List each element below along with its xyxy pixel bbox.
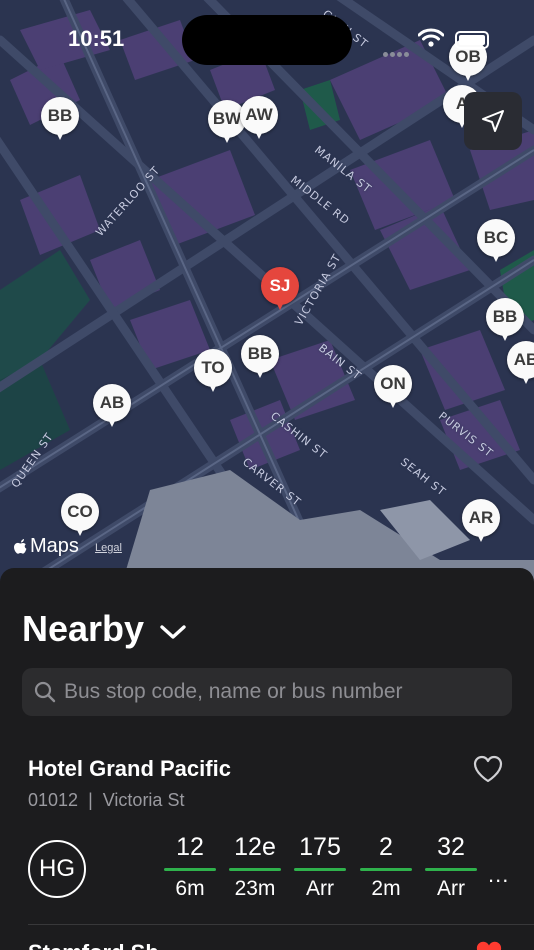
search-icon: [34, 681, 56, 703]
bus-service[interactable]: 12 6m: [162, 830, 218, 901]
location-arrow-icon: [482, 110, 504, 132]
legal-link[interactable]: Legal: [95, 542, 122, 554]
bus-stop-pin[interactable]: ON: [374, 365, 412, 411]
apple-logo-icon: [14, 538, 27, 554]
stop-name[interactable]: Hotel Grand Pacific: [28, 756, 231, 782]
bus-stop-pin[interactable]: TO: [194, 349, 232, 395]
sheet-title[interactable]: Nearby: [22, 608, 144, 650]
bus-stop-pin[interactable]: AB: [507, 341, 534, 387]
bus-stop-pin[interactable]: AW: [240, 96, 278, 142]
service-load-bar: [425, 868, 477, 871]
bus-stop-pin[interactable]: AR: [462, 499, 500, 545]
service-number: 32: [437, 833, 465, 861]
next-stop-name[interactable]: Stamford Sh...: [28, 940, 177, 950]
battery-icon: [455, 31, 489, 49]
favorite-heart-icon[interactable]: [472, 754, 504, 784]
current-location-button[interactable]: [464, 92, 522, 150]
bus-stop-pin[interactable]: AB: [93, 384, 131, 430]
bus-service[interactable]: 32 Arr: [423, 830, 479, 901]
map-view[interactable]: WATERLOO ST MANILA ST MIDDLE RD VICTORIA…: [0, 0, 534, 590]
stop-meta: 01012 | Victoria St: [28, 790, 185, 810]
more-services-button[interactable]: ...: [488, 862, 509, 888]
service-load-bar: [294, 868, 346, 871]
service-load-bar: [229, 868, 281, 871]
search-input[interactable]: [64, 680, 512, 704]
status-time: 10:51: [68, 26, 125, 51]
stop-road: Victoria St: [102, 790, 185, 810]
stop-code: 01012: [28, 790, 79, 810]
selected-bus-stop-pin[interactable]: SJ: [261, 267, 299, 313]
chevron-down-icon[interactable]: [160, 624, 186, 640]
bus-stop-pin[interactable]: CO: [61, 493, 99, 539]
service-eta: 23m: [234, 877, 276, 900]
service-load-bar: [360, 868, 412, 871]
service-number: 12e: [234, 833, 276, 861]
dynamic-island: [182, 15, 352, 65]
maps-logo-text: Maps: [30, 535, 79, 557]
service-number: 175: [299, 833, 341, 861]
service-load-bar: [164, 868, 216, 871]
favorite-heart-filled-icon[interactable]: [474, 939, 504, 950]
cellular-signal-icon: [383, 44, 411, 57]
bus-service[interactable]: 175 Arr: [292, 830, 348, 901]
bus-service[interactable]: 2 2m: [358, 830, 414, 901]
maps-attribution: Maps: [14, 535, 79, 558]
service-number: 2: [379, 833, 393, 861]
bus-service[interactable]: 12e 23m: [227, 830, 283, 901]
service-eta: Arr: [306, 877, 334, 900]
bus-stop-pin[interactable]: BB: [241, 335, 279, 381]
bus-stop-pin[interactable]: BC: [477, 219, 515, 265]
service-eta: 6m: [175, 877, 205, 900]
row-divider: [28, 924, 534, 925]
wifi-icon: [418, 28, 444, 47]
service-eta: 2m: [371, 877, 401, 900]
bus-stop-pin[interactable]: BB: [41, 97, 79, 143]
service-eta: Arr: [437, 877, 465, 900]
search-bar[interactable]: [22, 668, 512, 716]
service-number: 12: [176, 833, 204, 861]
stop-avatar: HG: [28, 840, 86, 898]
nearby-sheet: Nearby Hotel Grand Pacific 01012 | Victo…: [0, 568, 534, 950]
bus-stop-pin[interactable]: BB: [486, 298, 524, 344]
